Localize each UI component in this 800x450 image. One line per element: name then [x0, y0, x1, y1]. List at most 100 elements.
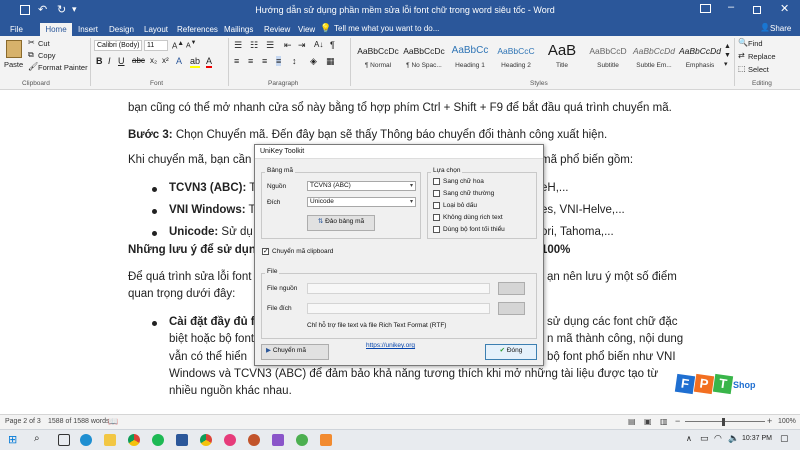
decrease-indent-icon[interactable]: ⇤ [284, 40, 292, 51]
tab-design[interactable]: Design [107, 23, 136, 36]
shading-icon[interactable]: ◈ [310, 56, 317, 67]
zoom-out-icon[interactable]: − [675, 416, 680, 426]
app-icon[interactable] [248, 434, 260, 446]
subscript-icon[interactable]: x₂ [150, 56, 157, 65]
zoom-level[interactable]: 100% [778, 418, 796, 425]
tab-review[interactable]: Review [262, 23, 292, 36]
align-right-icon[interactable]: ≡ [262, 56, 267, 66]
search-icon[interactable]: ⌕ [34, 433, 40, 444]
network-icon[interactable]: ▭ [700, 433, 709, 444]
chrome-icon[interactable] [128, 434, 140, 446]
highlight-icon[interactable]: ab [190, 56, 201, 68]
tab-layout[interactable]: Layout [142, 23, 170, 36]
shrink-font-icon[interactable]: A▼ [186, 40, 196, 49]
tell-me-input[interactable]: Tell me what you want to do... [334, 24, 439, 33]
superscript-icon[interactable]: x² [162, 56, 169, 65]
close-icon[interactable]: ✕ [780, 2, 789, 15]
edge-icon[interactable] [80, 434, 92, 446]
style-subtitle[interactable]: AaBbCcD Subtitle [586, 40, 630, 76]
file-nguon-input[interactable] [307, 283, 490, 294]
line-spacing-icon[interactable]: ↕ [292, 56, 297, 66]
styles-scroll-icon[interactable]: ▲ ▼ ▾ [724, 42, 731, 69]
notifications-icon[interactable]: ▢ [780, 433, 789, 444]
tab-file[interactable]: File [8, 23, 25, 36]
borders-icon[interactable]: ▦ [326, 56, 335, 67]
format-painter-button[interactable]: Format Painter [38, 63, 88, 72]
print-layout-icon[interactable]: ▣ [644, 417, 652, 426]
tab-insert[interactable]: Insert [76, 23, 100, 36]
zoom-in-icon[interactable]: + [767, 416, 772, 426]
option-checkbox[interactable] [433, 202, 440, 209]
unikey-link[interactable]: https://unikey.org [366, 342, 415, 349]
align-left-icon[interactable]: ≡ [234, 56, 239, 66]
show-marks-icon[interactable]: ¶ [330, 40, 335, 50]
font-color-icon[interactable]: A [206, 56, 213, 68]
maximize-icon[interactable] [753, 6, 761, 14]
option-checkbox[interactable] [433, 214, 440, 221]
tab-mailings[interactable]: Mailings [222, 23, 255, 36]
numbering-icon[interactable]: ☷ [250, 40, 258, 51]
windows-start-icon[interactable]: ⊞ [8, 434, 20, 446]
italic-icon[interactable]: I [108, 56, 111, 66]
sort-icon[interactable]: A↓ [314, 40, 323, 49]
tab-references[interactable]: References [175, 23, 220, 36]
volume-icon[interactable]: 🔈 [728, 433, 739, 444]
option-checkbox[interactable] [433, 190, 440, 197]
find-button[interactable]: Find [748, 39, 763, 48]
cut-button[interactable]: Cut [38, 39, 50, 48]
undo-icon[interactable]: ↶ [38, 3, 47, 16]
clipboard-checkbox[interactable]: ✓ [262, 248, 269, 255]
nguon-select[interactable]: TCVN3 (ABC) [307, 181, 416, 191]
bullets-icon[interactable]: ☰ [234, 40, 242, 51]
swap-encoding-button[interactable]: ⇅ Đảo bảng mã [307, 215, 375, 231]
paste-button[interactable]: Paste [4, 60, 23, 69]
proofing-icon[interactable]: 📖 [108, 417, 118, 426]
align-center-icon[interactable]: ≡ [248, 56, 253, 66]
paste-icon[interactable] [6, 40, 22, 58]
option-checkbox[interactable] [433, 178, 440, 185]
ribbon-display-icon[interactable] [700, 4, 711, 13]
text-effects-icon[interactable]: A [176, 56, 182, 66]
word-icon[interactable] [176, 434, 188, 446]
style-subtle-emphasis[interactable]: AaBbCcDd Subtle Em... [632, 40, 676, 76]
tray-chevron-icon[interactable]: ∧ [686, 434, 692, 443]
copy-button[interactable]: Copy [38, 51, 56, 60]
tab-view[interactable]: View [296, 23, 317, 36]
style-no-spacing[interactable]: AaBbCcDc ¶ No Spac... [402, 40, 446, 76]
style-heading-2[interactable]: AaBbCcC Heading 2 [494, 40, 538, 76]
bold-icon[interactable]: B [96, 56, 103, 66]
read-mode-icon[interactable]: ▤ [628, 417, 636, 426]
font-name-select[interactable]: Calibri (Body) [94, 40, 142, 51]
file-dich-input[interactable] [307, 303, 490, 314]
close-dialog-button[interactable]: ✔ Đóng [485, 344, 537, 360]
customize-qat-icon[interactable]: ▾ [72, 4, 77, 15]
app-icon[interactable] [224, 434, 236, 446]
zoom-slider-thumb[interactable] [722, 418, 725, 426]
browse-target-button[interactable] [498, 302, 525, 315]
app-icon[interactable] [320, 434, 332, 446]
replace-button[interactable]: Replace [748, 52, 776, 61]
word-count[interactable]: 1588 of 1588 words [48, 418, 110, 425]
select-button[interactable]: Select [748, 65, 769, 74]
app-icon[interactable] [272, 434, 284, 446]
save-icon[interactable] [20, 5, 30, 15]
increase-indent-icon[interactable]: ⇥ [298, 40, 306, 51]
clock[interactable]: 10:37 PM [742, 435, 772, 442]
app-icon[interactable] [296, 434, 308, 446]
task-view-icon[interactable] [58, 434, 70, 446]
web-layout-icon[interactable]: ▥ [660, 417, 668, 426]
font-size-select[interactable]: 11 [144, 40, 168, 51]
zoom-slider[interactable] [685, 421, 765, 422]
style-heading-1[interactable]: AaBbCc Heading 1 [448, 40, 492, 76]
grow-font-icon[interactable]: A▲ [172, 40, 184, 51]
share-button[interactable]: Share [770, 24, 791, 33]
justify-icon[interactable]: ≡ [276, 56, 282, 66]
strikethrough-icon[interactable]: abc [132, 56, 145, 65]
dich-select[interactable]: Unicode [307, 197, 416, 207]
spotify-icon[interactable] [152, 434, 164, 446]
tab-home[interactable]: Home [40, 23, 72, 36]
browse-source-button[interactable] [498, 282, 525, 295]
multilevel-list-icon[interactable]: ☰ [266, 40, 274, 51]
style-title[interactable]: AaB Title [540, 40, 584, 76]
file-explorer-icon[interactable] [104, 434, 116, 446]
